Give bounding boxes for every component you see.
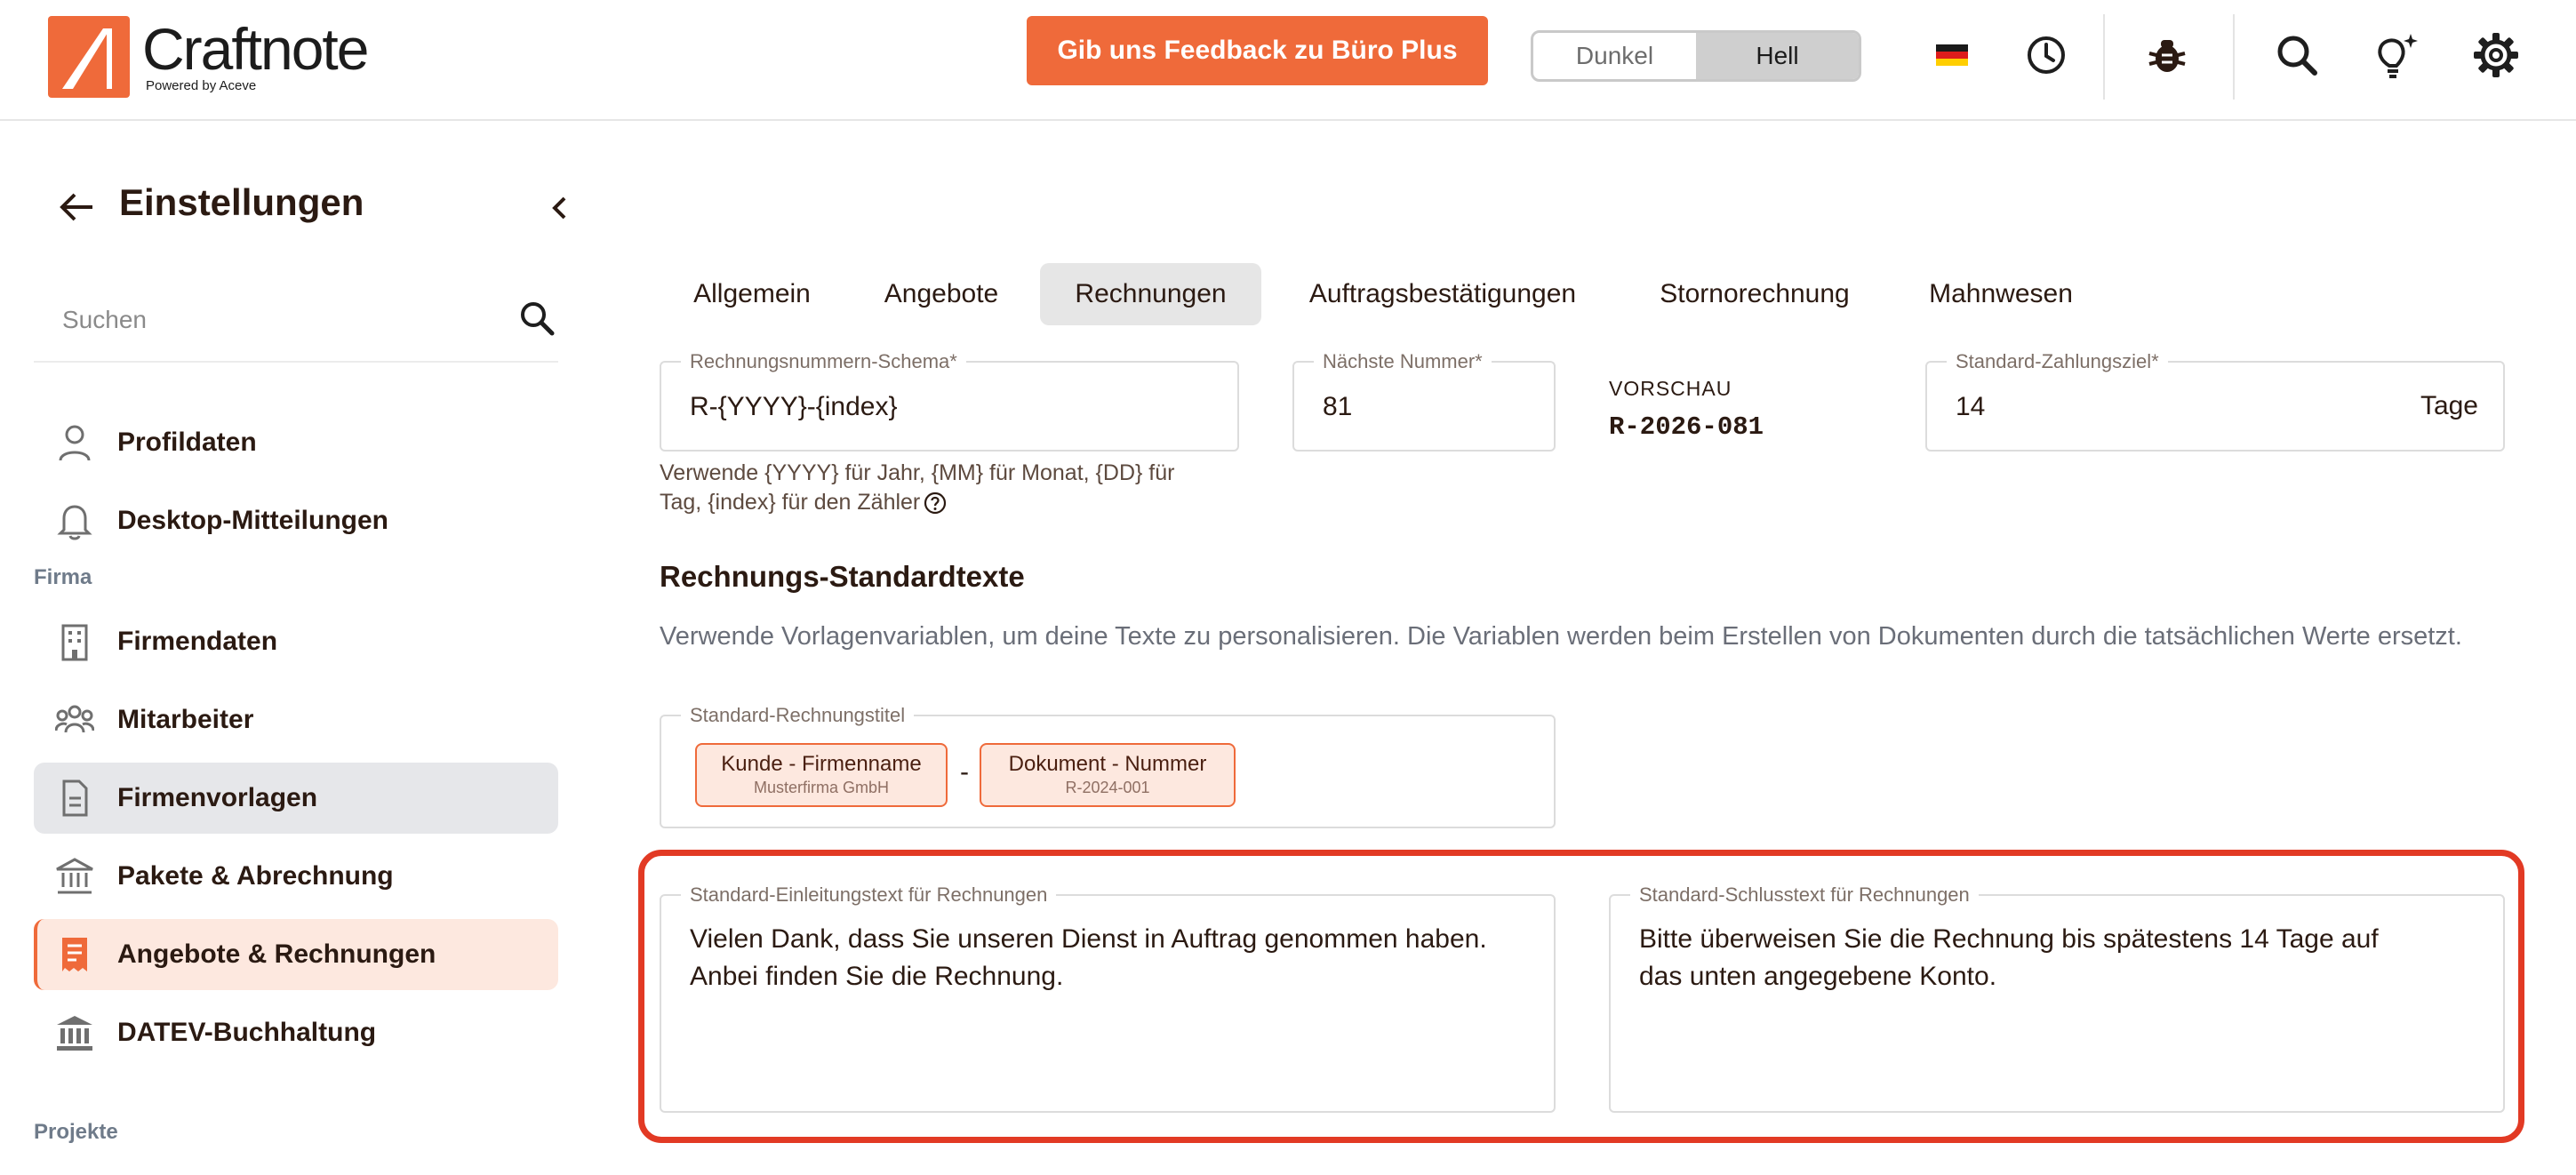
gear-icon[interactable] <box>2468 27 2524 84</box>
top-header: Craftnote Powered by Aceve Gib uns Feedb… <box>0 0 2576 121</box>
next-number-input[interactable] <box>1321 386 1538 428</box>
settings-search-input[interactable] <box>60 297 491 343</box>
bell-icon <box>53 500 96 542</box>
history-clock-icon[interactable] <box>2018 27 2075 84</box>
collapse-sidebar-chevron-icon[interactable] <box>542 190 578 226</box>
payment-term-input[interactable] <box>1954 386 2366 428</box>
team-icon <box>53 699 96 741</box>
sidebar-item-label: Mitarbeiter <box>117 705 254 734</box>
chip-title: Dokument - Nummer <box>1008 752 1207 776</box>
chip-example: R-2024-001 <box>1065 779 1150 796</box>
chip-separator: - <box>960 757 969 787</box>
sidebar-item-label: Desktop-Mitteilungen <box>117 506 388 535</box>
header-divider <box>2233 14 2235 100</box>
tab-mahnwesen[interactable]: Mahnwesen <box>1893 263 2108 325</box>
building-icon <box>53 620 96 663</box>
search-icon[interactable] <box>2268 27 2325 84</box>
theme-option-dark[interactable]: Dunkel <box>1533 33 1696 79</box>
variable-chip-customer-company[interactable]: Kunde - Firmenname Musterfirma GmbH <box>695 743 948 807</box>
bank-icon <box>53 855 96 898</box>
field-label: Nächste Nummer* <box>1314 350 1492 373</box>
invoice-icon <box>53 933 96 976</box>
field-label: Rechnungsnummern-Schema* <box>681 350 966 373</box>
preview-value: R-2026-081 <box>1609 412 1764 442</box>
sidebar-item-label: Firmenvorlagen <box>117 783 318 812</box>
closing-text-field: Standard-Schlusstext für Rechnungen Bitt… <box>1609 883 2505 1113</box>
sidebar-item-label: Profildaten <box>117 428 257 457</box>
lightbulb-icon[interactable] <box>2366 27 2423 84</box>
logo-wordmark: Craftnote <box>142 16 369 82</box>
schema-help-line: Verwende {YYYY} für Jahr, {MM} für Monat… <box>660 460 1175 485</box>
tab-angebote[interactable]: Angebote <box>850 263 1033 325</box>
sidebar-item-pakete-abrechnung[interactable]: Pakete & Abrechnung <box>34 841 558 912</box>
settings-title: Einstellungen <box>119 181 364 223</box>
help-question-icon[interactable] <box>924 492 947 515</box>
tab-rechnungen[interactable]: Rechnungen <box>1040 263 1261 325</box>
field-label: Standard-Schlusstext für Rechnungen <box>1630 883 1979 907</box>
invoice-title-field: Standard-Rechnungstitel Kunde - Firmenna… <box>660 704 1556 828</box>
field-label: Standard-Rechnungstitel <box>681 704 915 727</box>
header-divider <box>2103 14 2105 100</box>
payment-term-field: Standard-Zahlungsziel* Tage <box>1925 350 2505 452</box>
closing-text-textarea[interactable]: Bitte überweisen Sie die Rechnung bis sp… <box>1637 919 2405 1100</box>
intro-text-field: Standard-Einleitungstext für Rechnungen … <box>660 883 1556 1113</box>
theme-toggle[interactable]: Dunkel Hell <box>1531 30 1861 82</box>
search-icon[interactable] <box>517 299 556 338</box>
chip-example: Musterfirma GmbH <box>753 779 889 796</box>
sidebar-item-label: Pakete & Abrechnung <box>117 861 394 891</box>
institution-icon <box>53 1011 96 1054</box>
invoice-number-schema-field: Rechnungsnummern-Schema* <box>660 350 1239 452</box>
sidebar-item-label: Angebote & Rechnungen <box>117 939 436 969</box>
payment-term-unit: Tage <box>2420 391 2478 420</box>
intro-text-textarea[interactable]: Vielen Dank, dass Sie unseren Dienst in … <box>688 919 1492 1100</box>
section-label-projekte: Projekte <box>34 1120 118 1144</box>
sidebar-item-profildaten[interactable]: Profildaten <box>34 407 558 478</box>
feedback-button[interactable]: Gib uns Feedback zu Büro Plus <box>1027 16 1488 85</box>
user-icon <box>53 421 96 464</box>
sidebar-item-angebote-rechnungen[interactable]: Angebote & Rechnungen <box>34 919 558 990</box>
tab-allgemein[interactable]: Allgemein <box>660 263 844 325</box>
settings-search <box>34 290 558 363</box>
schema-help-line-text: Tag, {index} für den Zähler <box>660 490 921 515</box>
invoice-number-schema-input[interactable] <box>688 386 1216 428</box>
tab-auftragsbestaetigungen[interactable]: Auftragsbestätigungen <box>1269 263 1616 325</box>
sidebar-item-label: DATEV-Buchhaltung <box>117 1018 377 1047</box>
preview-label: VORSCHAU <box>1609 377 1732 400</box>
next-number-field: Nächste Nummer* <box>1292 350 1556 452</box>
sidebar-item-mitarbeiter[interactable]: Mitarbeiter <box>34 684 558 755</box>
sidebar-item-firmendaten[interactable]: Firmendaten <box>34 606 558 677</box>
sidebar-item-desktop-mitteilungen[interactable]: Desktop-Mitteilungen <box>34 485 558 556</box>
field-label: Standard-Zahlungsziel* <box>1947 350 2168 373</box>
sidebar-item-firmenvorlagen[interactable]: Firmenvorlagen <box>34 763 558 834</box>
field-label: Standard-Einleitungstext für Rechnungen <box>681 883 1057 907</box>
variable-chip-document-number[interactable]: Dokument - Nummer R-2024-001 <box>980 743 1236 807</box>
logo-subtitle: Powered by Aceve <box>146 78 257 93</box>
tab-stornorechnung[interactable]: Stornorechnung <box>1625 263 1884 325</box>
document-icon <box>53 777 96 819</box>
sidebar-item-label: Firmendaten <box>117 627 278 656</box>
german-flag-icon[interactable] <box>1924 27 1980 84</box>
back-arrow-icon[interactable] <box>55 185 100 229</box>
schema-help-line: Tag, {index} für den Zähler <box>660 488 1246 517</box>
theme-option-light[interactable]: Hell <box>1696 33 1859 79</box>
craftnote-logo-icon[interactable] <box>48 16 130 98</box>
sidebar-item-datev-buchhaltung[interactable]: DATEV-Buchhaltung <box>34 997 558 1068</box>
section-description: Verwende Vorlagenvariablen, um deine Tex… <box>660 622 2462 651</box>
chip-title: Kunde - Firmenname <box>721 752 922 776</box>
section-title: Rechnungs-Standardtexte <box>660 560 1025 593</box>
bug-icon[interactable] <box>2139 27 2196 84</box>
schema-help-text: Verwende {YYYY} für Jahr, {MM} für Monat… <box>660 459 1246 517</box>
section-label-firma: Firma <box>34 565 92 589</box>
